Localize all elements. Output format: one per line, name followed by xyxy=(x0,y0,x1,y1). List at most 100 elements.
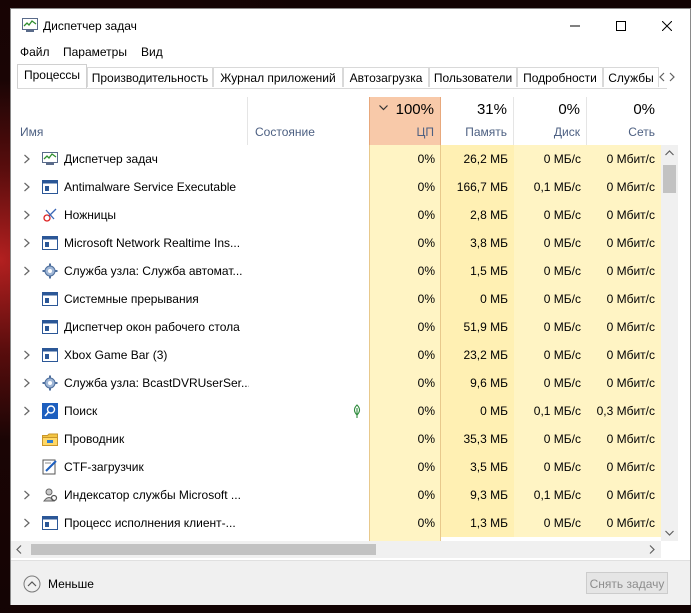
cpu-value: 0% xyxy=(417,404,435,418)
vertical-scrollbar[interactable] xyxy=(661,145,678,541)
header-network-percent: 0% xyxy=(633,101,655,118)
scroll-left-icon[interactable] xyxy=(16,545,22,554)
disk-value: 0,1 МБ/с xyxy=(514,173,587,201)
disk-value: 0 МБ/с xyxy=(514,509,587,537)
scroll-down-icon[interactable] xyxy=(665,530,674,536)
minimize-button[interactable] xyxy=(552,9,598,43)
tab-performance[interactable]: Производительность xyxy=(87,67,213,87)
network-value: 0 Мбит/с xyxy=(587,425,661,453)
tab-processes[interactable]: Процессы xyxy=(17,64,87,88)
header-cpu[interactable]: 100% ЦП xyxy=(369,97,441,145)
process-row[interactable]: CTF-загрузчик 0% 3,5 МБ 0 МБ/с 0 Мбит/с xyxy=(11,453,661,481)
process-row[interactable]: Проводник 0% 35,3 МБ 0 МБ/с 0 Мбит/с xyxy=(11,425,661,453)
tab-startup[interactable]: Автозагрузка xyxy=(343,67,429,87)
task-manager-icon xyxy=(42,152,58,165)
tab-app-history[interactable]: Журнал приложений xyxy=(213,67,343,87)
service-app-icon xyxy=(42,180,58,194)
leaf-icon xyxy=(353,404,361,418)
process-name: Служба узла: BcastDVRUserSer... xyxy=(64,376,249,390)
process-row[interactable]: Antimalware Service Executable 0% 166,7 МБ… xyxy=(11,173,661,201)
maximize-button[interactable] xyxy=(598,9,644,43)
process-name: Antimalware Service Executable xyxy=(64,180,237,194)
close-button[interactable] xyxy=(644,9,690,43)
expand-chevron-icon[interactable] xyxy=(23,490,31,500)
search-icon xyxy=(42,403,58,419)
header-disk-label: Диск xyxy=(553,125,580,139)
tab-details[interactable]: Подробности xyxy=(517,67,603,87)
memory-value: 26,2 МБ xyxy=(441,145,514,173)
fewer-details-label: Меньше xyxy=(48,577,94,591)
cpu-value: 0% xyxy=(417,208,435,222)
scissors-icon xyxy=(43,208,57,222)
task-manager-icon xyxy=(22,18,38,32)
process-row[interactable]: Ножницы 0% 2,8 МБ 0 МБ/с 0 Мбит/с xyxy=(11,201,661,229)
expand-chevron-icon[interactable] xyxy=(23,406,31,416)
expand-chevron-icon[interactable] xyxy=(23,154,31,164)
header-memory-label: Память xyxy=(465,125,507,139)
disk-value: 0 МБ/с xyxy=(514,229,587,257)
process-row[interactable]: Процесс исполнения клиент-... 0% 1,3 МБ 0 М… xyxy=(11,509,661,537)
network-value: 0 Мбит/с xyxy=(587,257,661,285)
expand-chevron-icon[interactable] xyxy=(23,238,31,248)
horizontal-scroll-thumb[interactable] xyxy=(31,544,376,555)
network-value: 0 Мбит/с xyxy=(587,229,661,257)
network-value: 0 Мбит/с xyxy=(587,453,661,481)
memory-value: 23,2 МБ xyxy=(441,341,514,369)
menu-view[interactable]: Вид xyxy=(141,45,163,59)
disk-value: 0 МБ/с xyxy=(514,425,587,453)
tab-users[interactable]: Пользователи xyxy=(429,67,517,87)
fewer-details-button[interactable]: Меньше xyxy=(23,574,94,594)
header-cpu-label: ЦП xyxy=(416,125,434,139)
cpu-value: 0% xyxy=(417,180,435,194)
cpu-value: 0% xyxy=(417,376,435,390)
gear-icon xyxy=(42,263,58,279)
process-row[interactable]: Xbox Game Bar (3) 0% 23,2 МБ 0 МБ/с 0 Мбит/с xyxy=(11,341,661,369)
expand-chevron-icon[interactable] xyxy=(23,266,31,276)
process-row[interactable]: Поиск 0% 0 МБ 0,1 МБ/с 0,3 Мбит/с xyxy=(11,397,661,425)
tab-scroll-buttons[interactable] xyxy=(658,69,676,85)
process-row[interactable]: Индексатор службы Microsoft ... 0% 9,3 МБ 0… xyxy=(11,481,661,509)
network-value: 0 Мбит/с xyxy=(587,285,661,313)
pen-icon xyxy=(42,459,57,475)
header-memory-percent: 31% xyxy=(476,101,507,118)
memory-value: 51,9 МБ xyxy=(441,313,514,341)
header-cpu-percent: 100% xyxy=(395,101,434,118)
header-status[interactable]: Состояние xyxy=(248,97,369,145)
expand-chevron-icon[interactable] xyxy=(23,350,31,360)
menu-file[interactable]: Файл xyxy=(20,45,50,59)
scroll-right-icon[interactable] xyxy=(649,545,655,554)
menu-options[interactable]: Параметры xyxy=(63,45,127,59)
network-value: 0 Мбит/с xyxy=(587,313,661,341)
end-task-button[interactable]: Снять задачу xyxy=(586,572,668,594)
process-row[interactable]: Служба узла: Служба автомат... 0% 1,5 МБ 0 … xyxy=(11,257,661,285)
process-list: Диспетчер задач 0% 26,2 МБ 0 МБ/с 0 Мбит/с An… xyxy=(11,145,661,541)
expand-chevron-icon[interactable] xyxy=(23,378,31,388)
expand-chevron-icon[interactable] xyxy=(23,210,31,220)
process-row[interactable]: Microsoft Network Realtime Ins... 0% 3,8 М… xyxy=(11,229,661,257)
chevron-up-circle-icon xyxy=(23,575,41,593)
process-row[interactable]: Служба узла: BcastDVRUserSer... 0% 9,6 МБ 0… xyxy=(11,369,661,397)
memory-value: 0 МБ xyxy=(441,285,514,313)
disk-value: 0 МБ/с xyxy=(514,285,587,313)
cpu-value: 0% xyxy=(417,236,435,250)
service-app-icon xyxy=(42,320,58,334)
header-memory[interactable]: 31% Память xyxy=(441,97,514,145)
scroll-up-icon[interactable] xyxy=(665,150,674,156)
header-name[interactable]: Имя xyxy=(11,97,248,145)
horizontal-scrollbar[interactable] xyxy=(11,541,661,558)
process-row[interactable]: Системные прерывания 0% 0 МБ 0 МБ/с 0 Мбит/с xyxy=(11,285,661,313)
expand-chevron-icon[interactable] xyxy=(23,518,31,528)
expand-chevron-icon[interactable] xyxy=(23,182,31,192)
process-row[interactable]: Диспетчер окон рабочего стола 0% 51,9 МБ 0 … xyxy=(11,313,661,341)
process-name: Процесс исполнения клиент-... xyxy=(64,516,236,530)
vertical-scroll-thumb[interactable] xyxy=(663,165,676,193)
header-disk[interactable]: 0% Диск xyxy=(514,97,587,145)
tab-services[interactable]: Службы xyxy=(603,67,659,87)
header-network[interactable]: 0% Сеть xyxy=(587,97,661,145)
gear-icon xyxy=(42,375,58,391)
folder-icon xyxy=(42,433,58,446)
task-manager-window: Диспетчер задач Файл Параметры Вид Проце… xyxy=(10,8,691,605)
memory-value: 2,8 МБ xyxy=(441,201,514,229)
process-row[interactable]: Диспетчер задач 0% 26,2 МБ 0 МБ/с 0 Мбит/с xyxy=(11,145,661,173)
title-bar[interactable]: Диспетчер задач xyxy=(11,9,690,43)
